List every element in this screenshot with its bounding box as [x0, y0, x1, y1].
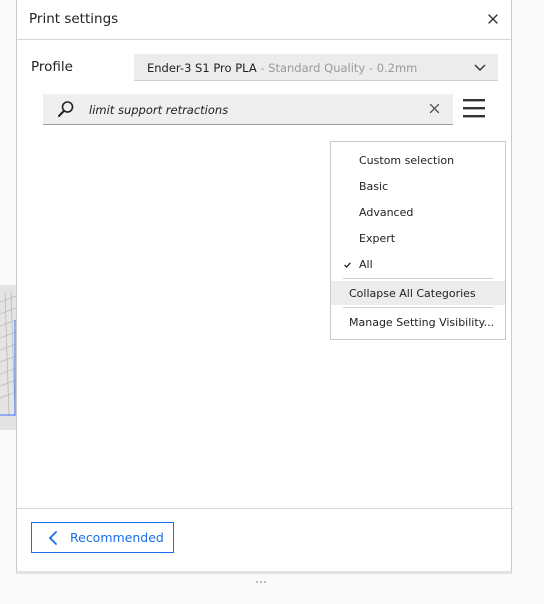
print-settings-panel: Print settings Profile Ender-3 S1 Pro PL… [16, 0, 513, 574]
close-icon[interactable] [485, 11, 501, 27]
menu-item-label: Expert [359, 232, 396, 245]
menu-item-label: Advanced [359, 206, 414, 219]
setting-visibility-menu: Custom selection Basic Advanced Expert A… [330, 141, 506, 340]
resize-handle[interactable] [256, 568, 270, 583]
search-input[interactable] [89, 100, 409, 120]
chevron-left-icon [48, 531, 57, 545]
menu-separator [343, 307, 493, 308]
menu-item-basic[interactable]: Basic [331, 174, 505, 198]
recommended-label: Recommended [70, 530, 164, 545]
panel-bottom-bar [16, 571, 512, 574]
menu-item-manage-visibility[interactable]: Manage Setting Visibility... [331, 310, 505, 334]
profile-dropdown[interactable]: Ender-3 S1 Pro PLA - Standard Quality - … [134, 54, 498, 81]
profile-quality: - Standard Quality - 0.2mm [256, 61, 418, 75]
menu-item-label: Custom selection [359, 154, 455, 167]
clear-search-icon[interactable] [429, 103, 440, 114]
chevron-down-icon [474, 64, 486, 71]
profile-value: Ender-3 S1 Pro PLA - Standard Quality - … [147, 61, 417, 75]
footer-divider [17, 508, 513, 509]
menu-item-advanced[interactable]: Advanced [331, 200, 505, 224]
profile-printer-material: Ender-3 S1 Pro PLA [147, 61, 257, 75]
recommended-button[interactable]: Recommended [31, 522, 174, 553]
profile-label: Profile [31, 59, 73, 75]
panel-header: Print settings [17, 0, 511, 40]
hamburger-menu-icon[interactable] [463, 98, 485, 118]
menu-item-label: Basic [359, 180, 389, 193]
search-bar[interactable] [43, 94, 453, 125]
menu-item-collapse-all[interactable]: Collapse All Categories [331, 281, 505, 305]
menu-item-expert[interactable]: Expert [331, 226, 505, 250]
menu-separator [343, 278, 493, 279]
panel-title: Print settings [29, 11, 119, 27]
menu-item-custom-selection[interactable]: Custom selection [331, 148, 505, 172]
search-icon [58, 101, 74, 117]
build-plate-grid [0, 292, 16, 416]
menu-item-label: All [359, 258, 373, 271]
menu-item-all[interactable]: All [331, 252, 505, 276]
menu-item-label: Collapse All Categories [349, 287, 476, 300]
check-icon [344, 262, 351, 268]
menu-item-label: Manage Setting Visibility... [349, 316, 495, 329]
